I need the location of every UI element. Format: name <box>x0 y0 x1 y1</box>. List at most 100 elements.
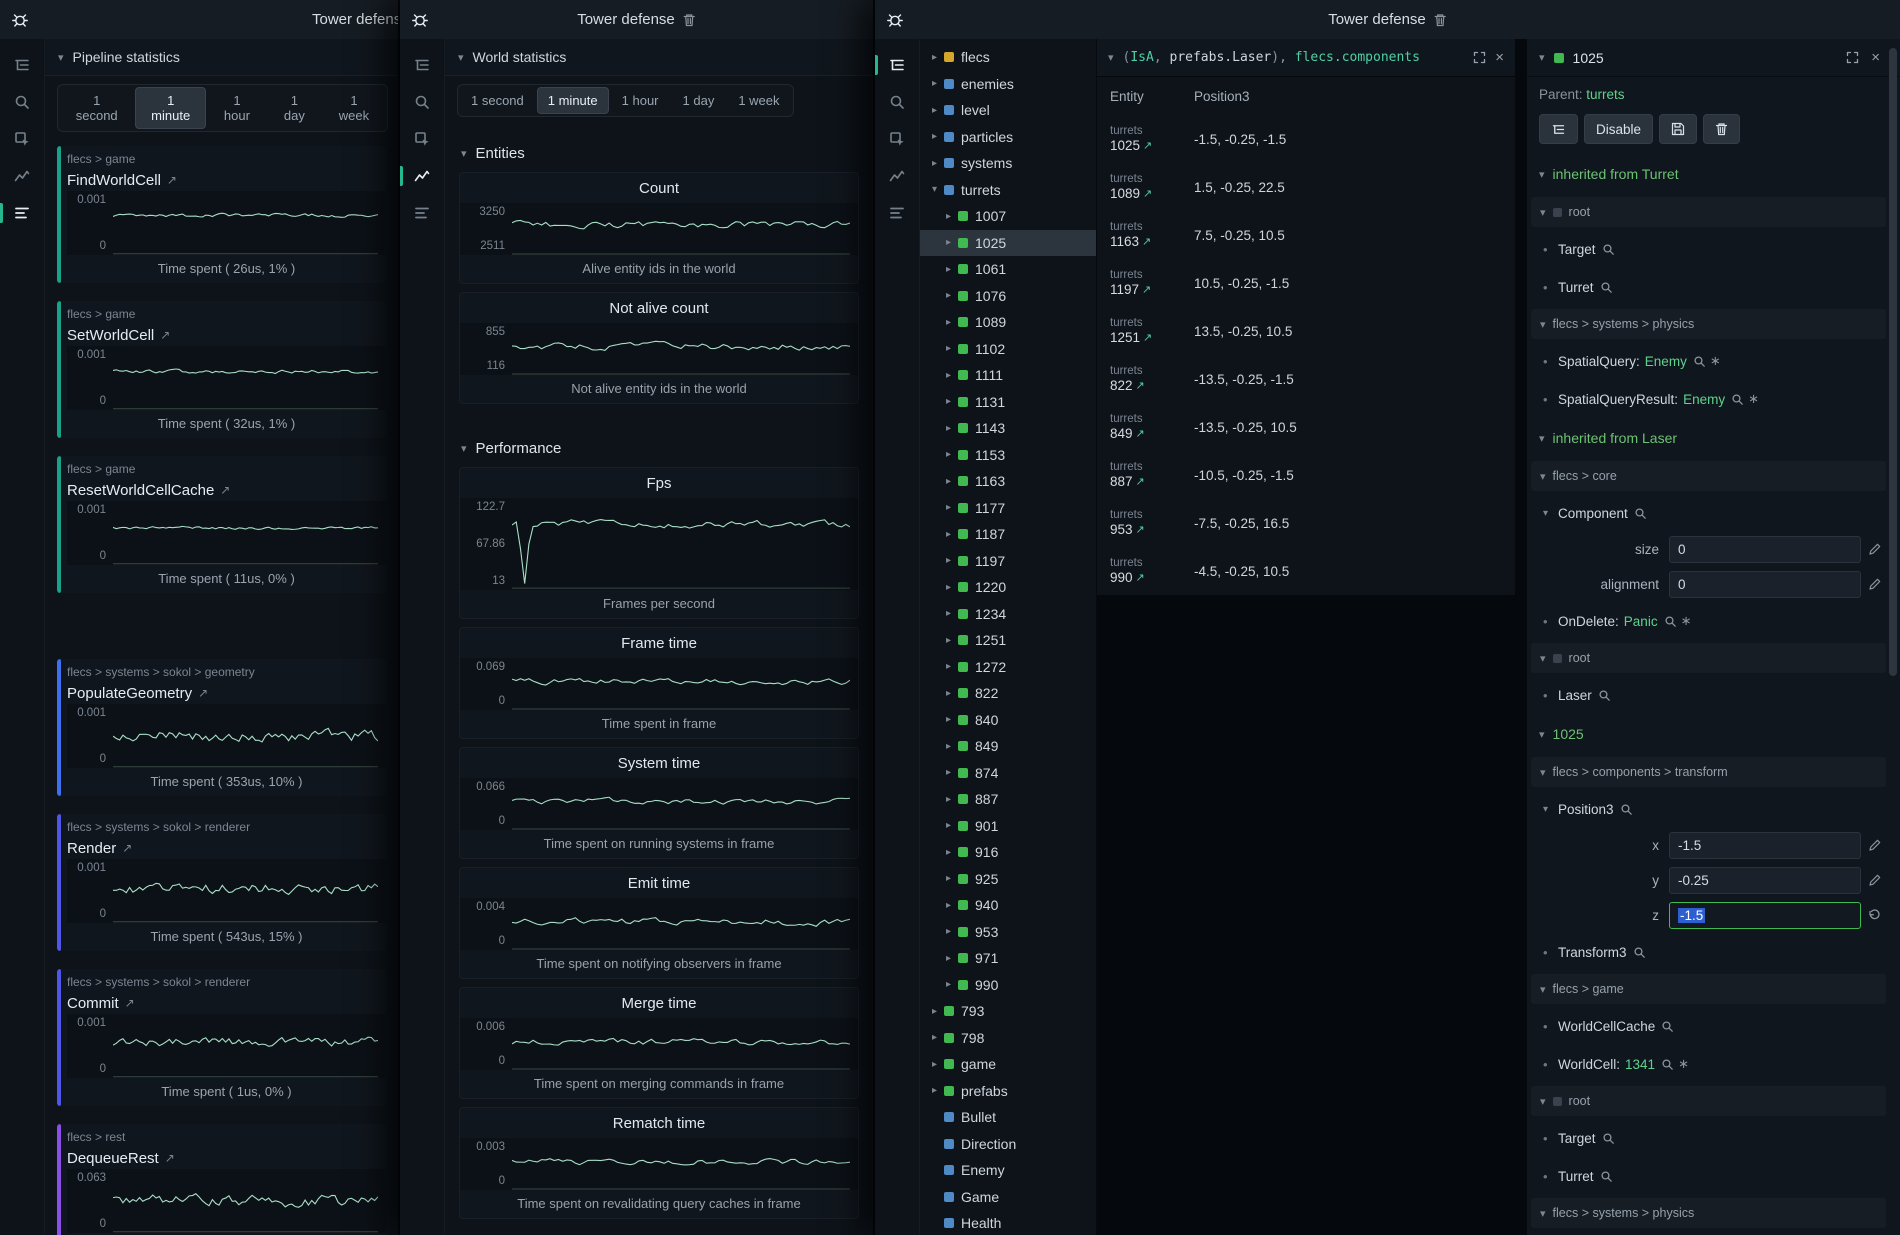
tree-item-Game[interactable]: Game <box>920 1184 1096 1211</box>
chevron-right-icon[interactable]: ▸ <box>942 343 955 354</box>
tree-item-840[interactable]: ▸840 <box>920 707 1096 734</box>
chevron-right-icon[interactable]: ▸ <box>942 741 955 752</box>
chevron-right-icon[interactable]: ▸ <box>942 979 955 990</box>
sidebar-statistics-button[interactable] <box>0 201 44 225</box>
tree-item-990[interactable]: ▸990 <box>920 972 1096 999</box>
field-input-y[interactable]: -0.25 <box>1669 867 1861 894</box>
open-link-icon[interactable]: ↗ <box>160 328 170 342</box>
tree-item-1061[interactable]: ▸1061 <box>920 256 1096 283</box>
chevron-down-icon[interactable]: ▾ <box>1539 51 1545 64</box>
sidebar-chart-button[interactable] <box>400 164 444 188</box>
tree-item-systems[interactable]: ▸systems <box>920 150 1096 177</box>
chevron-right-icon[interactable]: ▸ <box>928 1085 941 1096</box>
chevron-right-icon[interactable]: ▸ <box>928 1059 941 1070</box>
component-Turret[interactable]: •Turret <box>1527 1157 1900 1195</box>
component-OnDelete[interactable]: •OnDelete:Panic∗ <box>1527 602 1900 640</box>
query-result-row[interactable]: turrets1197↗10.5, -0.25, -1.5 <box>1097 259 1515 307</box>
close-icon[interactable]: × <box>1495 49 1504 66</box>
inspector-group-header[interactable]: ▾flecs > game <box>1531 974 1886 1004</box>
chevron-down-icon[interactable]: ▾ <box>1108 51 1114 64</box>
component-Target[interactable]: •Target <box>1527 1119 1900 1157</box>
chevron-right-icon[interactable]: ▸ <box>942 820 955 831</box>
tree-item-1089[interactable]: ▸1089 <box>920 309 1096 336</box>
sidebar-search-button[interactable] <box>400 90 444 114</box>
chevron-right-icon[interactable]: ▸ <box>942 290 955 301</box>
inspector-group-header[interactable]: ▾flecs > components > transform <box>1531 757 1886 787</box>
chevron-right-icon[interactable]: ▸ <box>942 476 955 487</box>
component-Position3[interactable]: ▾Position3 <box>1527 790 1900 828</box>
trash-icon[interactable] <box>1434 13 1447 27</box>
open-link-icon[interactable]: ↗ <box>167 173 177 187</box>
tree-item-798[interactable]: ▸798 <box>920 1025 1096 1052</box>
chevron-right-icon[interactable]: ▸ <box>942 317 955 328</box>
fullscreen-icon[interactable] <box>1846 51 1859 64</box>
tree-item-1111[interactable]: ▸1111 <box>920 362 1096 389</box>
chevron-right-icon[interactable]: ▸ <box>942 423 955 434</box>
component-Transform3[interactable]: •Transform3 <box>1527 933 1900 971</box>
magnifier-icon[interactable] <box>1693 355 1706 368</box>
tree-item-874[interactable]: ▸874 <box>920 760 1096 787</box>
component-Target[interactable]: •Target <box>1527 230 1900 268</box>
chevron-right-icon[interactable]: ▸ <box>942 555 955 566</box>
chevron-right-icon[interactable]: ▸ <box>942 396 955 407</box>
tree-item-887[interactable]: ▸887 <box>920 786 1096 813</box>
component-Component[interactable]: ▾Component <box>1527 494 1900 532</box>
chevron-right-icon[interactable]: ▸ <box>942 608 955 619</box>
time-button-1-hour[interactable]: 1 hour <box>611 87 670 114</box>
open-link-icon[interactable]: ↗ <box>1136 426 1145 442</box>
tree-item-turrets[interactable]: ▾turrets <box>920 177 1096 204</box>
chevron-right-icon[interactable]: ▸ <box>942 688 955 699</box>
query-expression[interactable]: (IsA, prefabs.Laser), flecs.components <box>1123 50 1465 65</box>
tree-item-822[interactable]: ▸822 <box>920 680 1096 707</box>
component-Turret[interactable]: •Turret <box>1527 268 1900 306</box>
chevron-right-icon[interactable]: ▸ <box>942 714 955 725</box>
magnifier-icon[interactable] <box>1664 615 1677 628</box>
chevron-right-icon[interactable]: ▸ <box>942 926 955 937</box>
tree-item-prefabs[interactable]: ▸prefabs <box>920 1078 1096 1105</box>
chevron-right-icon[interactable]: ▸ <box>942 794 955 805</box>
open-link-icon[interactable]: ↗ <box>122 841 132 855</box>
flecs-logo-icon[interactable] <box>10 10 30 30</box>
inspector-group-header[interactable]: ▾flecs > core <box>1531 461 1886 491</box>
tree-item-916[interactable]: ▸916 <box>920 839 1096 866</box>
tree-item-1251[interactable]: ▸1251 <box>920 627 1096 654</box>
section-header-performance[interactable]: ▾Performance <box>445 412 873 467</box>
time-button-1-hour[interactable]: 1 hour <box>208 87 266 129</box>
fullscreen-icon[interactable] <box>1473 51 1486 64</box>
pencil-icon[interactable] <box>1861 543 1887 556</box>
open-link-icon[interactable]: ↗ <box>198 686 208 700</box>
chevron-right-icon[interactable]: ▸ <box>942 847 955 858</box>
open-link-icon[interactable]: ↗ <box>1142 282 1151 298</box>
tree-item-enemies[interactable]: ▸enemies <box>920 71 1096 98</box>
chevron-right-icon[interactable]: ▸ <box>942 264 955 275</box>
sidebar-entity-tree-button[interactable] <box>875 53 919 77</box>
chevron-right-icon[interactable]: ▸ <box>928 131 941 142</box>
tree-item-1076[interactable]: ▸1076 <box>920 283 1096 310</box>
pencil-icon[interactable] <box>1861 578 1887 591</box>
query-result-row[interactable]: turrets887↗-10.5, -0.25, -1.5 <box>1097 451 1515 499</box>
magnifier-icon[interactable] <box>1600 1170 1613 1183</box>
tree-item-925[interactable]: ▸925 <box>920 866 1096 893</box>
magnifier-icon[interactable] <box>1634 507 1647 520</box>
tree-item-1177[interactable]: ▸1177 <box>920 495 1096 522</box>
open-link-icon[interactable]: ↗ <box>1143 330 1152 346</box>
field-input-z[interactable]: -1.5 <box>1669 902 1861 929</box>
open-link-icon[interactable]: ↗ <box>165 1151 175 1165</box>
sidebar-search-button[interactable] <box>875 90 919 114</box>
delete-button[interactable] <box>1703 114 1740 144</box>
chevron-right-icon[interactable]: ▸ <box>942 370 955 381</box>
open-link-icon[interactable]: ↗ <box>125 996 135 1010</box>
magnifier-icon[interactable] <box>1602 243 1615 256</box>
chevron-down-icon[interactable]: ▾ <box>928 184 941 195</box>
sidebar-entity-tree-button[interactable] <box>400 53 444 77</box>
open-link-icon[interactable]: ↗ <box>1142 234 1151 250</box>
sidebar-element-picker-button[interactable] <box>875 127 919 151</box>
tree-item-1131[interactable]: ▸1131 <box>920 389 1096 416</box>
tree-item-flecs[interactable]: ▸flecs <box>920 44 1096 71</box>
chevron-right-icon[interactable]: ▸ <box>942 767 955 778</box>
time-button-1-day[interactable]: 1 day <box>672 87 726 114</box>
flecs-logo-icon[interactable] <box>885 10 905 30</box>
chevron-right-icon[interactable]: ▸ <box>928 78 941 89</box>
sidebar-chart-button[interactable] <box>875 164 919 188</box>
chevron-right-icon[interactable]: ▸ <box>942 237 955 248</box>
